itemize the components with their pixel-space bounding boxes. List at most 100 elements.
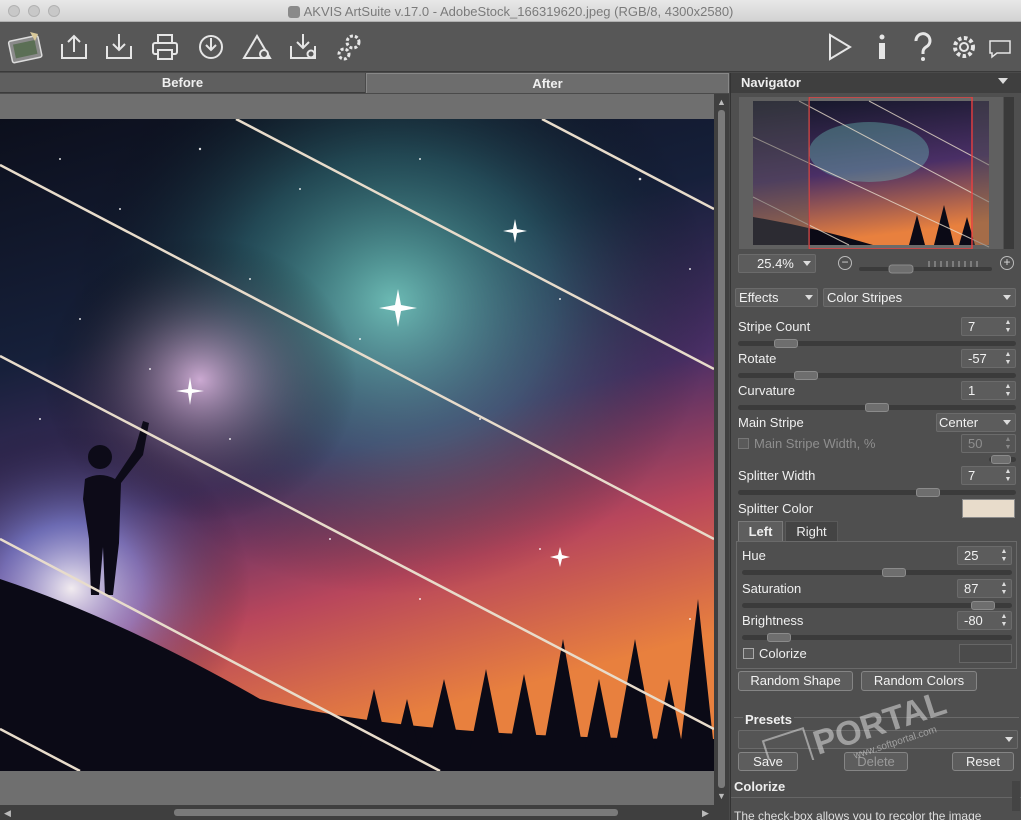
info-icon[interactable] — [865, 30, 899, 64]
slider-knob[interactable] — [882, 568, 906, 577]
scroll-right-arrow-icon[interactable]: ▶ — [702, 808, 709, 818]
run-icon[interactable] — [822, 30, 856, 64]
stepper-icon[interactable]: ▲ ▼ — [1003, 436, 1013, 452]
colorize-checkbox[interactable] — [743, 648, 754, 659]
zoom-slider[interactable] — [859, 261, 992, 275]
tab-after[interactable]: After — [366, 73, 729, 93]
splitter-color-swatch[interactable] — [962, 499, 1015, 518]
settings-gear-cluster-icon[interactable] — [333, 30, 367, 64]
presets-dropdown[interactable] — [738, 730, 1018, 749]
slider-knob[interactable] — [865, 403, 889, 412]
slider-knob[interactable] — [767, 633, 791, 642]
slider-knob[interactable] — [916, 488, 940, 497]
main-stripe-width-input[interactable]: 50 ▲ ▼ — [961, 434, 1016, 453]
window-title: AKVIS ArtSuite v.17.0 - AdobeStock_16631… — [0, 4, 1021, 19]
main-stripe-width-label: Main Stripe Width, % — [754, 436, 876, 451]
curvature-input[interactable]: 1 ▲ ▼ — [961, 381, 1016, 400]
slider-knob[interactable] — [774, 339, 798, 348]
preset-reset-button[interactable]: Reset — [952, 752, 1014, 771]
tab-right[interactable]: Right — [785, 521, 838, 542]
stepper-icon[interactable]: ▲ ▼ — [1003, 351, 1013, 367]
tab-left[interactable]: Left — [738, 521, 783, 542]
brightness-input[interactable]: -80 ▲ ▼ — [957, 611, 1012, 630]
preferences-icon[interactable] — [947, 30, 981, 64]
effect-dropdown[interactable]: Color Stripes — [823, 288, 1016, 307]
view-tabs: Before After — [0, 73, 729, 93]
zoom-out-icon[interactable]: − — [838, 256, 852, 270]
night-sky-photo — [0, 119, 714, 771]
share-icon[interactable] — [194, 30, 228, 64]
presets-title: Presets — [743, 712, 794, 727]
stripe-count-input[interactable]: 7 ▲ ▼ — [961, 317, 1016, 336]
random-shape-button[interactable]: Random Shape — [738, 671, 853, 691]
navigator-preview[interactable] — [739, 97, 1003, 249]
artsuite-logo-icon[interactable] — [6, 28, 46, 66]
result-image[interactable] — [0, 119, 714, 771]
dropdown-caret-icon — [803, 261, 811, 266]
stepper-icon[interactable]: ▲ ▼ — [999, 581, 1009, 597]
preset-save-button[interactable]: Save — [738, 752, 798, 771]
horizontal-scroll-thumb[interactable] — [174, 809, 618, 816]
side-params-box: Hue 25 ▲ ▼ Saturation 87 ▲ ▼ Brightness -8… — [736, 541, 1017, 669]
splitter-width-label: Splitter Width — [738, 468, 816, 483]
plugin-icon[interactable] — [286, 30, 320, 64]
batch-icon[interactable] — [240, 30, 274, 64]
presets-section: Presets Save Delete Reset — [734, 712, 1019, 773]
help-text: The check-box allows you to recolor the … — [734, 809, 982, 820]
preset-delete-button[interactable]: Delete — [844, 752, 908, 771]
help-divider — [731, 797, 1021, 798]
splitter-width-input[interactable]: 7 ▲ ▼ — [961, 466, 1016, 485]
stripe-count-slider[interactable] — [738, 339, 1016, 348]
colorize-color-swatch[interactable] — [959, 644, 1012, 663]
main-stripe-dropdown[interactable]: Center — [936, 413, 1016, 432]
stepper-icon[interactable]: ▲ ▼ — [1003, 319, 1013, 335]
zoom-in-icon[interactable]: + — [1000, 256, 1014, 270]
hue-input[interactable]: 25 ▲ ▼ — [957, 546, 1012, 565]
scroll-up-arrow-icon[interactable]: ▲ — [717, 97, 726, 107]
scroll-left-arrow-icon[interactable]: ◀ — [4, 808, 11, 818]
zoom-dropdown[interactable]: 25.4% — [738, 254, 816, 273]
canvas-vertical-scrollbar[interactable]: ▲ ▼ — [714, 94, 729, 805]
hue-slider[interactable] — [742, 568, 1012, 577]
settings-panel: Navigator 25.4% − + Effects Color Stripe… — [730, 73, 1021, 820]
open-icon[interactable] — [57, 30, 91, 64]
print-icon[interactable] — [148, 30, 182, 64]
title-bar: AKVIS ArtSuite v.17.0 - AdobeStock_16631… — [0, 0, 1021, 22]
main-stripe-width-slider[interactable] — [989, 455, 1016, 464]
navigator-header[interactable]: Navigator — [731, 73, 1021, 93]
slider-knob[interactable] — [794, 371, 818, 380]
collapse-caret-icon[interactable] — [998, 78, 1008, 84]
brightness-label: Brightness — [742, 613, 804, 628]
canvas-horizontal-scrollbar[interactable]: ◀ ▶ — [0, 805, 729, 820]
saturation-input[interactable]: 87 ▲ ▼ — [957, 579, 1012, 598]
rotate-slider[interactable] — [738, 371, 1016, 380]
saturation-slider[interactable] — [742, 601, 1012, 610]
image-canvas-area[interactable] — [0, 94, 714, 805]
slider-knob[interactable] — [971, 601, 995, 610]
rotate-input[interactable]: -57 ▲ ▼ — [961, 349, 1016, 368]
effects-category-dropdown[interactable]: Effects — [735, 288, 818, 307]
curvature-label: Curvature — [738, 383, 796, 398]
random-colors-button[interactable]: Random Colors — [861, 671, 977, 691]
main-stripe-width-checkbox[interactable] — [738, 438, 749, 449]
stepper-icon[interactable]: ▲ ▼ — [999, 548, 1009, 564]
brightness-slider[interactable] — [742, 633, 1012, 642]
scroll-down-arrow-icon[interactable]: ▼ — [717, 791, 726, 801]
stepper-icon[interactable]: ▲ ▼ — [1003, 383, 1013, 399]
vertical-scroll-thumb[interactable] — [718, 110, 725, 788]
curvature-slider[interactable] — [738, 403, 1016, 412]
save-icon[interactable] — [102, 30, 136, 64]
stepper-icon[interactable]: ▲ ▼ — [999, 613, 1009, 629]
hints-icon[interactable] — [986, 30, 1014, 64]
rotate-label: Rotate — [738, 351, 777, 366]
splitter-width-slider[interactable] — [738, 488, 1016, 497]
help-title: Colorize — [734, 779, 786, 794]
saturation-label: Saturation — [742, 581, 802, 596]
help-scrollbar[interactable] — [1012, 781, 1020, 811]
navigator-scrollbar[interactable] — [1004, 97, 1014, 249]
splitter-color-label: Splitter Color — [738, 501, 814, 516]
tab-before[interactable]: Before — [0, 73, 365, 93]
help-icon[interactable] — [906, 30, 940, 64]
stepper-icon[interactable]: ▲ ▼ — [1003, 468, 1013, 484]
slider-knob[interactable] — [991, 455, 1011, 464]
